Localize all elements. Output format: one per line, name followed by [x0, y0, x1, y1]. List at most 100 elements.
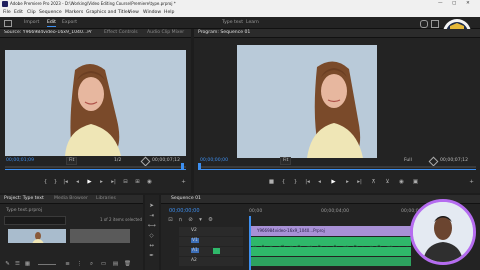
export-frame-icon[interactable]: ◉	[146, 179, 153, 186]
menu-help[interactable]: Help	[164, 10, 174, 16]
tab-effect-controls[interactable]: Effect Controls	[104, 30, 138, 36]
program-wrench-icon[interactable]	[428, 156, 439, 167]
mark-out-icon[interactable]: }	[52, 179, 59, 186]
track-label-v1[interactable]: V1	[191, 238, 199, 243]
tab-export[interactable]: Export	[62, 20, 77, 26]
fullscreen-icon[interactable]	[431, 20, 439, 28]
program-timecode[interactable]: 00;00;00;00	[200, 158, 228, 164]
program-step-back-icon[interactable]: ◂	[316, 179, 323, 186]
step-back-icon[interactable]: ◂	[74, 179, 81, 186]
source-video-frame[interactable]	[5, 50, 186, 156]
go-to-in-icon[interactable]: |◂	[62, 179, 69, 186]
ripple-edit-tool-icon[interactable]: ⟷	[148, 223, 156, 230]
audio-clip-a3[interactable]	[251, 257, 411, 266]
tab-import[interactable]: Import	[24, 20, 39, 26]
tab-source[interactable]: Source: Y966984video-16x9_1040...Prproje…	[4, 30, 92, 36]
new-bin-icon[interactable]: ▭	[100, 261, 107, 268]
video-clip-v1[interactable]: Y966984video-16x9_1040...Prproj	[251, 226, 411, 236]
overwrite-icon[interactable]: ⊞	[134, 179, 141, 186]
sort-icon[interactable]: ≡	[64, 261, 71, 268]
program-resolution[interactable]: Full	[404, 158, 412, 164]
menu-clip[interactable]: Clip	[27, 10, 36, 16]
wrench-icon[interactable]	[140, 156, 151, 167]
comparison-view-icon[interactable]: ▣	[412, 179, 419, 186]
maximize-button[interactable]: ▢	[452, 1, 456, 7]
source-zoom-bar[interactable]	[5, 169, 186, 170]
menu-window[interactable]: Window	[143, 10, 161, 16]
icon-view-icon[interactable]: ▦	[24, 261, 31, 268]
program-mark-in-icon[interactable]: {	[280, 179, 287, 186]
source-timecode[interactable]: 00;00;01;09	[6, 158, 34, 164]
pen-tool-icon[interactable]: ✒	[148, 253, 155, 260]
menu-file[interactable]: File	[3, 10, 11, 16]
tab-program[interactable]: Program: Sequence 01	[198, 30, 250, 36]
source-timeline-bar[interactable]	[5, 166, 186, 168]
find-icon[interactable]: ⌕	[88, 261, 95, 268]
minimize-button[interactable]: —	[438, 1, 443, 7]
tab-media-browser[interactable]: Media Browser	[54, 196, 88, 202]
nest-toggle-icon[interactable]: ⊡	[167, 217, 174, 224]
track-label-a2[interactable]: A2	[191, 258, 197, 263]
program-timeline-bar[interactable]	[198, 166, 476, 168]
audio-clip-a1[interactable]	[250, 237, 412, 251]
new-item-icon[interactable]: ▤	[112, 261, 119, 268]
project-sequence-thumbnail[interactable]	[70, 229, 130, 243]
pencil-icon[interactable]: ✎	[4, 261, 11, 268]
sequence-timecode[interactable]: 00;00;00;00	[169, 208, 200, 214]
add-marker-icon[interactable]: ▾	[197, 217, 204, 224]
thumbnail-zoom-slider[interactable]	[38, 264, 56, 265]
program-video-frame[interactable]	[237, 45, 377, 158]
project-clip-thumbnail[interactable]	[8, 229, 66, 243]
track-label-a1[interactable]: A1	[191, 248, 199, 253]
program-step-forward-icon[interactable]: ▸	[344, 179, 351, 186]
workspace-learn[interactable]: Learn	[246, 20, 259, 26]
automate-icon[interactable]: ⋮	[76, 261, 83, 268]
track-label-v2[interactable]: V2	[191, 228, 197, 233]
audio-clip-a2[interactable]	[251, 247, 411, 256]
program-go-in-icon[interactable]: |◂	[304, 179, 311, 186]
menu-sequence[interactable]: Sequence	[39, 10, 62, 16]
source-fit-select[interactable]: Fit	[66, 157, 78, 165]
program-marker-icon[interactable]: ■	[268, 179, 275, 186]
tab-edit[interactable]: Edit	[47, 20, 56, 27]
solo-track-icon[interactable]	[213, 248, 220, 254]
extract-icon[interactable]: ⊻	[384, 179, 391, 186]
lift-icon[interactable]: ⊼	[370, 179, 377, 186]
list-view-icon[interactable]: ☰	[14, 261, 21, 268]
program-fit-select[interactable]: Fit	[280, 157, 292, 165]
workspace-type-text[interactable]: Type text	[222, 20, 243, 26]
tab-audio-clip-mixer[interactable]: Audio Clip Mixer	[147, 30, 184, 36]
source-resolution[interactable]: 1/2	[114, 158, 121, 164]
tab-libraries[interactable]: Libraries	[96, 196, 116, 202]
close-button[interactable]: ✕	[466, 1, 470, 7]
selection-tool-icon[interactable]: ➤	[148, 203, 155, 210]
tab-project[interactable]: Project: Type text	[4, 196, 44, 202]
program-mark-out-icon[interactable]: }	[292, 179, 299, 186]
menu-edit[interactable]: Edit	[14, 10, 23, 16]
program-go-out-icon[interactable]: ▸|	[356, 179, 363, 186]
project-search-input[interactable]	[4, 216, 66, 225]
slip-tool-icon[interactable]: ↔	[148, 243, 155, 250]
snap-icon[interactable]: ∩	[177, 217, 184, 224]
trash-icon[interactable]: 🗑	[124, 261, 131, 268]
home-icon[interactable]	[4, 20, 12, 27]
menu-graphics[interactable]: Graphics and Titles	[86, 10, 130, 16]
linked-selection-icon[interactable]: ⊘	[187, 217, 194, 224]
program-add-button[interactable]: +	[468, 179, 475, 186]
program-play-icon[interactable]: ▶	[330, 179, 337, 186]
quick-export-icon[interactable]	[420, 20, 428, 28]
go-to-out-icon[interactable]: ▸|	[110, 179, 117, 186]
insert-icon[interactable]: ⊟	[122, 179, 129, 186]
mark-in-icon[interactable]: {	[42, 179, 49, 186]
program-export-frame-icon[interactable]: ◉	[398, 179, 405, 186]
play-icon[interactable]: ▶	[86, 179, 93, 186]
menu-markers[interactable]: Markers	[65, 10, 83, 16]
tab-sequence-01[interactable]: Sequence 01	[171, 196, 201, 202]
source-add-button[interactable]: +	[180, 179, 187, 186]
timeline-settings-icon[interactable]: ⚙	[207, 217, 214, 224]
menu-view[interactable]: View	[128, 10, 139, 16]
program-zoom-bar[interactable]	[198, 169, 476, 170]
step-forward-icon[interactable]: ▸	[98, 179, 105, 186]
razor-tool-icon[interactable]: ◇	[148, 233, 155, 240]
track-select-tool-icon[interactable]: ⇥	[148, 213, 155, 220]
